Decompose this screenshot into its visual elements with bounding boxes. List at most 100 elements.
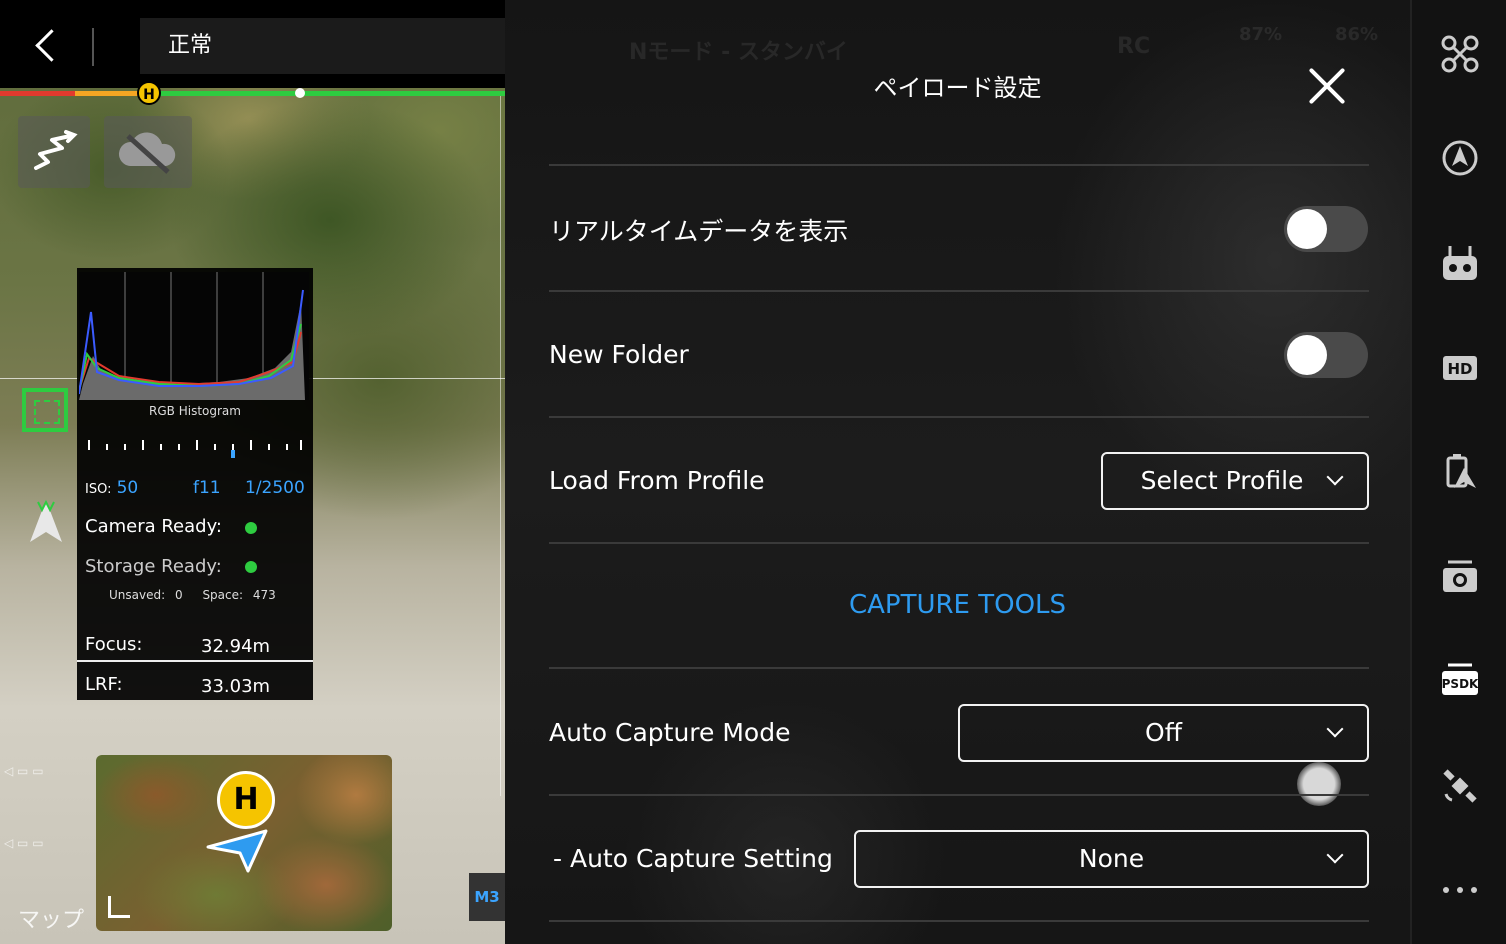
toggle-knob — [1287, 209, 1327, 249]
home-point-marker: H — [137, 81, 161, 105]
auto-capture-setting-label: - Auto Capture Setting — [553, 844, 833, 873]
map-label[interactable]: マップ — [18, 902, 84, 934]
space-value: 473 — [252, 588, 276, 602]
chevron-down-icon — [1326, 846, 1344, 864]
remote-controller-button[interactable] — [1440, 244, 1480, 284]
row-divider — [549, 542, 1369, 544]
cloud-sync-button[interactable] — [104, 116, 192, 188]
capture-tools-heading: CAPTURE TOOLS — [848, 590, 1067, 620]
more-icon — [1443, 887, 1477, 893]
crosshair-vertical — [500, 96, 501, 796]
row-divider — [549, 164, 1369, 166]
unsaved-value: 0 — [174, 588, 183, 602]
route-icon — [34, 130, 78, 170]
battery-ok-segment — [150, 91, 505, 96]
exposure-scale — [88, 440, 302, 458]
ghost-battery-2: 86% — [1335, 24, 1379, 45]
aircraft-heading-icon — [206, 829, 268, 873]
flight-status[interactable]: 正常 — [140, 18, 505, 74]
new-folder-toggle[interactable] — [1284, 332, 1368, 378]
iso-label: ISO: — [85, 482, 112, 497]
camera-info-panel: RGB Histogram ISO: 50 f11 1/2500 Camera … — [77, 268, 313, 700]
focus-frame[interactable] — [22, 388, 68, 432]
ghost-rc-signal: RC — [1117, 34, 1151, 59]
auto-capture-mode-label: Auto Capture Mode — [549, 718, 791, 747]
select-profile-dropdown[interactable]: Select Profile — [1101, 452, 1369, 510]
lrf-distance-row: LRF: 33.03m — [85, 674, 305, 697]
unsaved-label: Unsaved: — [109, 588, 166, 602]
space-label: Space: — [202, 588, 244, 602]
cloud-off-icon — [118, 132, 176, 174]
lrf-label: LRF: — [85, 674, 123, 695]
chevron-down-icon — [1326, 468, 1344, 486]
obstacle-avoidance-button[interactable] — [1440, 138, 1480, 178]
info-divider — [77, 660, 313, 662]
psdk-icon: PSDK — [1442, 663, 1479, 695]
satellite-icon — [1443, 769, 1477, 803]
map-home-marker: H — [217, 771, 275, 829]
panel-title: ペイロード設定 — [873, 74, 1042, 102]
map-resize-handle[interactable] — [108, 896, 130, 918]
storage-ready-label: Storage Ready: — [85, 556, 222, 577]
drone-position-marker — [295, 88, 305, 98]
row-divider — [549, 290, 1369, 292]
storage-ready-indicator — [245, 561, 257, 573]
battery-rth-bar — [0, 91, 505, 96]
aircraft-settings-button[interactable] — [1440, 34, 1480, 74]
new-folder-label: New Folder — [549, 340, 689, 369]
toggle-knob — [1287, 335, 1327, 375]
iso-value: 50 — [116, 478, 139, 498]
satellite-button[interactable] — [1440, 766, 1480, 806]
auto-capture-mode-value: Off — [1145, 718, 1182, 747]
realtime-data-label: リアルタイムデータを表示 — [549, 217, 849, 246]
aircraft-icon — [1441, 35, 1479, 73]
more-button[interactable] — [1440, 870, 1480, 910]
top-bar: 正常 — [0, 0, 505, 88]
camera-settings-button[interactable] — [1440, 556, 1480, 596]
row-divider — [549, 667, 1369, 669]
focus-distance-row: Focus: 32.94m — [85, 634, 305, 657]
mini-map[interactable]: H — [96, 755, 392, 931]
ghost-battery-1: 87% — [1239, 24, 1283, 45]
touch-indicator — [1297, 762, 1341, 806]
focus-label: Focus: — [85, 634, 143, 655]
payload-settings-panel: Nモード - スタンバイ RC 87% 86% ペイロード設定 リアルタイムデー… — [505, 0, 1410, 944]
auto-capture-setting-value: None — [1078, 844, 1145, 873]
load-profile-label: Load From Profile — [549, 466, 765, 495]
lrf-value: 33.03m — [201, 676, 271, 697]
left-edge-icon: ◁ ▭ ▭ — [4, 764, 44, 778]
close-button[interactable] — [1305, 64, 1349, 108]
compass-icon — [30, 499, 62, 542]
row-divider — [549, 794, 1369, 796]
left-edge-icon: ◁ ▭ ▭ — [4, 836, 44, 850]
flight-route-button[interactable] — [18, 116, 90, 188]
camera-ready-indicator — [245, 522, 257, 534]
row-divider — [549, 416, 1369, 418]
psdk-button[interactable]: PSDK — [1440, 660, 1480, 700]
remote-controller-icon — [1443, 246, 1477, 280]
svg-text:PSDK: PSDK — [1442, 677, 1479, 691]
camera-icon — [1443, 560, 1477, 592]
exposure-params: ISO: 50 f11 1/2500 — [85, 478, 305, 498]
svg-text:HD: HD — [1447, 360, 1472, 378]
back-button[interactable] — [30, 26, 62, 66]
histogram-title: RGB Histogram — [149, 404, 241, 418]
row-divider — [549, 920, 1369, 922]
aircraft-model-tag: M3 — [469, 873, 505, 921]
top-divider — [92, 28, 94, 66]
aperture-value: f11 — [193, 478, 221, 498]
histogram-chart — [79, 272, 309, 400]
rtk-button[interactable] — [1440, 452, 1480, 492]
hd-transmission-button[interactable]: HD — [1440, 348, 1480, 388]
camera-view[interactable]: 正常 H RGB Histogram ISO: 50 f11 1/2500 Ca… — [0, 0, 505, 944]
auto-capture-setting-dropdown[interactable]: None — [854, 830, 1369, 888]
ghost-flight-mode: Nモード - スタンバイ — [629, 40, 848, 65]
right-toolbar: HD PSDK — [1410, 0, 1506, 944]
realtime-data-toggle[interactable] — [1284, 206, 1368, 252]
auto-capture-mode-dropdown[interactable]: Off — [958, 704, 1369, 762]
obstacle-avoidance-icon — [1442, 140, 1478, 176]
focus-value: 32.94m — [201, 636, 271, 657]
shutter-value: 1/2500 — [245, 478, 305, 498]
select-profile-value: Select Profile — [1140, 466, 1304, 495]
camera-ready-label: Camera Ready: — [85, 516, 222, 537]
